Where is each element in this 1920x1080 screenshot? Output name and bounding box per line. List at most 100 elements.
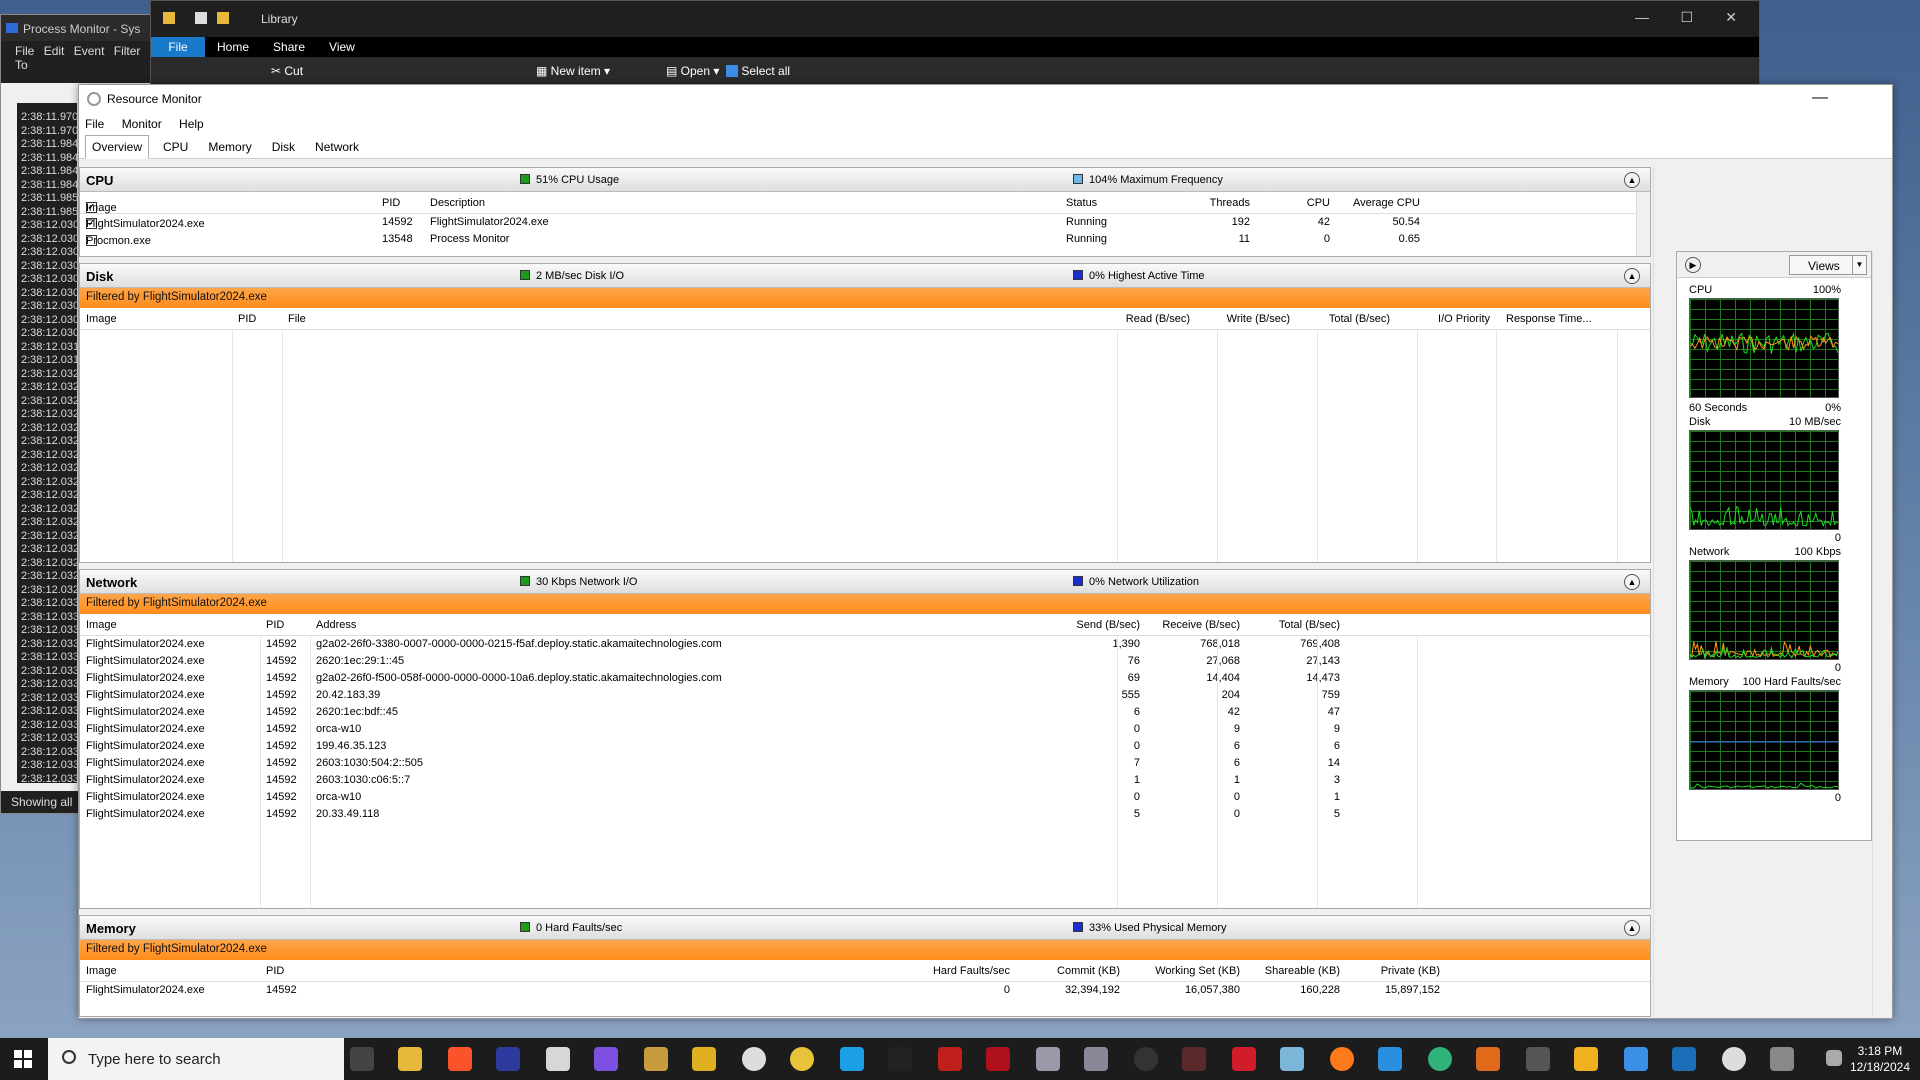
procmon-event-time[interactable]: 2:38:12.033 [21, 638, 77, 652]
app-grid-icon[interactable] [644, 1047, 668, 1071]
procmon-event-time[interactable]: 2:38:12.032 [21, 557, 77, 571]
procmon-event-time[interactable]: 2:38:12.032 [21, 462, 77, 476]
procmon-event-time[interactable]: 2:38:12.033 [21, 746, 77, 760]
col-shareable[interactable]: Shareable (KB) [1240, 965, 1340, 977]
procmon-menu-edit[interactable]: Edit [44, 44, 65, 58]
col-pid[interactable]: PID [382, 197, 400, 209]
app-stripe-icon[interactable] [840, 1047, 864, 1071]
table-row[interactable]: FlightSimulator2024.exe 14592 2620:1ec:bdf… [80, 704, 1650, 721]
col-pid[interactable]: PID [238, 313, 256, 325]
col-image[interactable]: Image [86, 619, 117, 631]
app-screen-icon[interactable] [1672, 1047, 1696, 1071]
procmon-event-time[interactable]: 2:38:12.030 [21, 246, 77, 260]
cpu-scrollbar[interactable] [1636, 192, 1650, 256]
pen-icon[interactable] [1826, 1050, 1842, 1066]
col-average-cpu[interactable]: Average CPU [1350, 197, 1420, 209]
table-row[interactable]: ✓ FlightSimulator2024.exe 14592 FlightSim… [80, 214, 1650, 231]
procmon-menu-file[interactable]: File [15, 44, 34, 58]
procmon-event-time[interactable]: 2:38:12.032 [21, 543, 77, 557]
procmon-event-time[interactable]: 2:38:12.030 [21, 260, 77, 274]
table-row[interactable]: FlightSimulator2024.exe 14592 2603:1030:c0… [80, 772, 1650, 789]
graphs-scrollbar[interactable] [1872, 251, 1888, 1017]
procmon-event-time[interactable]: 2:38:12.033 [21, 665, 77, 679]
col-image[interactable]: Image [86, 965, 117, 977]
col-working-set[interactable]: Working Set (KB) [1120, 965, 1240, 977]
procmon-event-time[interactable]: 2:38:12.031 [21, 341, 77, 355]
procmon-event-time[interactable]: 2:38:12.033 [21, 705, 77, 719]
chevron-right-icon[interactable]: ▶ [1685, 257, 1701, 273]
properties-icon[interactable] [195, 12, 207, 24]
procmon-event-time[interactable]: 2:38:12.033 [21, 678, 77, 692]
file-explorer-icon[interactable] [398, 1047, 422, 1071]
col-response-time[interactable]: Response Time... [1506, 313, 1592, 325]
procmon-event-time[interactable]: 2:38:12.032 [21, 395, 77, 409]
procmon-event-time[interactable]: 2:38:12.030 [21, 300, 77, 314]
col-commit[interactable]: Commit (KB) [1030, 965, 1120, 977]
procmon-event-time[interactable]: 2:38:12.030 [21, 327, 77, 341]
procmon-event-time[interactable]: 2:38:12.033 [21, 732, 77, 746]
col-description[interactable]: Description [430, 197, 485, 209]
firefox-icon[interactable] [1330, 1047, 1354, 1071]
procmon-event-time[interactable]: 2:38:11.984 [21, 138, 77, 152]
col-image[interactable]: Image [86, 313, 117, 325]
procmon-event-time[interactable]: 2:38:11.984 [21, 152, 77, 166]
disk-panel-header[interactable]: Disk 2 MB/sec Disk I/O 0% Highest Active… [80, 264, 1650, 288]
table-row[interactable]: FlightSimulator2024.exe 14592 g2a02-26f0-f… [80, 670, 1650, 687]
col-io-priority[interactable]: I/O Priority [1400, 313, 1490, 325]
app-v-icon[interactable] [594, 1047, 618, 1071]
procmon-event-time[interactable]: 2:38:12.032 [21, 422, 77, 436]
hype-icon[interactable] [888, 1047, 912, 1071]
main-scrollbar[interactable] [1653, 167, 1669, 1017]
procmon-event-time[interactable]: 2:38:11.970 [21, 125, 77, 139]
col-address[interactable]: Address [316, 619, 356, 631]
adobe-icon[interactable] [1232, 1047, 1256, 1071]
select-all-button[interactable]: Select all [726, 64, 790, 78]
procmon-event-time[interactable]: 2:38:12.032 [21, 584, 77, 598]
steam-icon[interactable] [1084, 1047, 1108, 1071]
col-read[interactable]: Read (B/sec) [1110, 313, 1190, 325]
memory-panel-header[interactable]: Memory 0 Hard Faults/sec 33% Used Physic… [80, 916, 1650, 940]
procmon-event-time[interactable]: 2:38:12.033 [21, 719, 77, 733]
procmon-event-time[interactable]: 2:38:11.985 [21, 192, 77, 206]
ccleaner-icon[interactable] [790, 1047, 814, 1071]
new-folder-icon[interactable] [217, 12, 229, 24]
table-row[interactable]: FlightSimulator2024.exe 14592 orca-w10 0 0 1 [80, 789, 1650, 806]
col-total[interactable]: Total (B/sec) [1300, 313, 1390, 325]
explorer-titlebar[interactable]: Library — ☐ ✕ [151, 1, 1759, 37]
procmon-event-time[interactable]: 2:38:12.033 [21, 773, 77, 784]
cut-button[interactable]: ✂ Cut [271, 64, 303, 78]
clock[interactable]: 3:18 PM 12/18/2024 [1850, 1043, 1910, 1075]
procmon-event-time[interactable]: 2:38:11.984 [21, 179, 77, 193]
procmon-event-time[interactable]: 2:38:11.985 [21, 206, 77, 220]
col-total[interactable]: Total (B/sec) [1250, 619, 1340, 631]
col-private[interactable]: Private (KB) [1340, 965, 1440, 977]
collapse-icon[interactable]: ▲ [1624, 574, 1640, 590]
procmon-event-time[interactable]: 2:38:12.032 [21, 435, 77, 449]
procmon-menu-filter[interactable]: Filter [114, 44, 141, 58]
col-pid[interactable]: PID [266, 965, 284, 977]
rm-titlebar[interactable]: Resource Monitor — [79, 85, 1892, 113]
brave-browser-icon[interactable] [448, 1047, 472, 1071]
flight-simulator-icon[interactable] [496, 1047, 520, 1071]
col-status[interactable]: Status [1066, 197, 1097, 209]
new-item-button[interactable]: ▦ New item ▾ [536, 64, 610, 78]
procmon-menu-tools[interactable]: To [15, 58, 28, 72]
views-dropdown[interactable]: Views ▼ [1789, 255, 1867, 275]
procmon-event-time[interactable]: 2:38:12.033 [21, 624, 77, 638]
app-circle-icon[interactable] [742, 1047, 766, 1071]
col-file[interactable]: File [288, 313, 306, 325]
menu-file[interactable]: File [85, 117, 104, 131]
table-row[interactable]: FlightSimulator2024.exe 14592 0 32,394,1… [80, 982, 1650, 999]
minimize-icon[interactable]: — [1635, 9, 1649, 25]
col-send[interactable]: Send (B/sec) [1050, 619, 1140, 631]
app-orange-icon[interactable] [1476, 1047, 1500, 1071]
procmon-event-time[interactable]: 2:38:12.030 [21, 233, 77, 247]
procmon-event-list[interactable]: 2:38:11.970 2:38:11.970 2:38:11.984 2:38:11… [17, 103, 77, 783]
ribbon-tab-file[interactable]: File [151, 37, 205, 57]
open-button[interactable]: ▤ Open ▾ [666, 64, 719, 78]
app-bars-icon[interactable] [1574, 1047, 1598, 1071]
app-window-icon[interactable] [1770, 1047, 1794, 1071]
network-panel-header[interactable]: Network 30 Kbps Network I/O 0% Network U… [80, 570, 1650, 594]
procmon-event-time[interactable]: 2:38:12.033 [21, 692, 77, 706]
procmon-event-time[interactable]: 2:38:12.030 [21, 219, 77, 233]
